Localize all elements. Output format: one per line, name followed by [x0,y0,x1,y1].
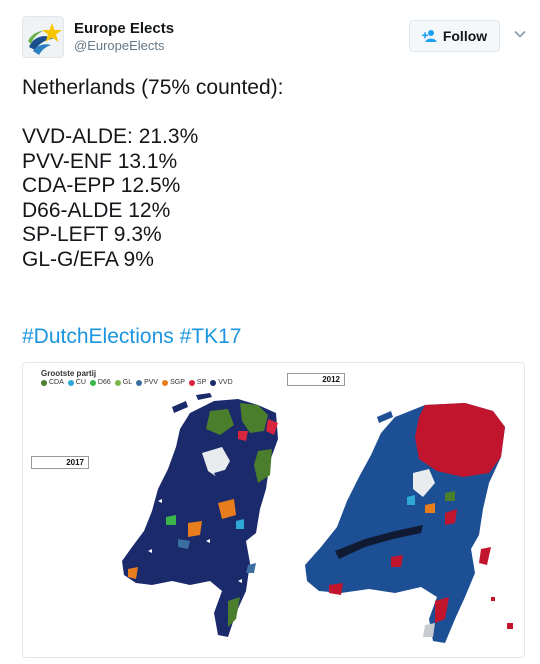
follow-label: Follow [442,28,488,44]
map-2017 [122,393,278,637]
legend-label: CDA [49,379,64,386]
legend: CDA CU D66 GL PVV SGP SP VVD [41,379,233,386]
legend-label: SGP [170,379,185,386]
tweet-line [22,101,522,126]
year-label-left: 2017 [31,456,89,469]
legend-swatch [114,379,121,386]
legend-item: CDA [41,379,64,386]
legend-item: SP [188,379,207,386]
chevron-down-icon[interactable] [513,27,527,41]
legend-label: D66 [97,379,111,386]
legend-item: GL [114,379,133,386]
map-2012-outlier-dots [491,597,513,629]
legend-swatch [162,379,169,386]
legend-swatch [89,379,96,386]
tweet-line: D66-ALDE 12% [22,198,171,222]
legend-swatch [210,379,217,386]
legend-label: CU [75,379,86,386]
map-2017-cda-limburg [228,597,240,627]
legend-label: PVV [144,379,159,386]
map-2017-shape [122,399,278,637]
tweet-header: Europe Elects @EuropeElects Follow [22,14,526,58]
tweet-line: Netherlands (75% counted): [22,76,284,99]
legend-item: SGP [162,379,185,386]
tweet-line: GL-G/EFA 9% [22,247,154,271]
europe-elects-logo-icon [23,17,63,57]
legend-swatch [136,379,143,386]
legend-label: VVD [218,379,233,386]
tweet-text: Netherlands (75% counted): VVD-ALDE: 21.… [22,76,522,272]
legend-label: GL [122,379,133,386]
legend-swatch [41,379,47,386]
legend-item: PVV [136,379,158,386]
legend-title: Grootste partij [41,369,97,378]
follow-button[interactable]: Follow [409,20,500,52]
user-handle[interactable]: @EuropeElects [74,38,174,54]
tweet-line: PVV-ENF 13.1% [22,149,178,173]
legend-item: CU [67,379,86,386]
map-2012-grey [423,623,435,637]
map-2012 [305,403,513,643]
user-names: Europe Elects @EuropeElects [74,20,174,54]
hashtags: #DutchElections #TK17 [22,325,241,349]
hashtag-link[interactable]: #TK17 [180,325,242,348]
legend-label: SP [196,379,207,386]
map-2012-islands [377,411,393,423]
tweet-line: CDA-EPP 12.5% [22,174,181,197]
year-label-right: 2012 [287,373,345,386]
add-user-icon [421,29,437,44]
legend-swatch [67,379,74,386]
tweet-image[interactable]: Grootste partij CDA CU D66 GL PVV SGP SP VVD 20… [22,362,525,658]
tweet-line: SP-LEFT 9.3% [22,223,162,246]
legend-swatch [188,379,195,386]
display-name[interactable]: Europe Elects [74,20,174,38]
avatar[interactable] [22,16,64,58]
tweet-line: VVD-ALDE: 21.3% [22,125,199,148]
legend-item: D66 [89,379,111,386]
legend-item: VVD [210,379,233,386]
map-2017-orange-2 [188,521,202,537]
hashtag-link[interactable]: #DutchElections [22,325,174,348]
